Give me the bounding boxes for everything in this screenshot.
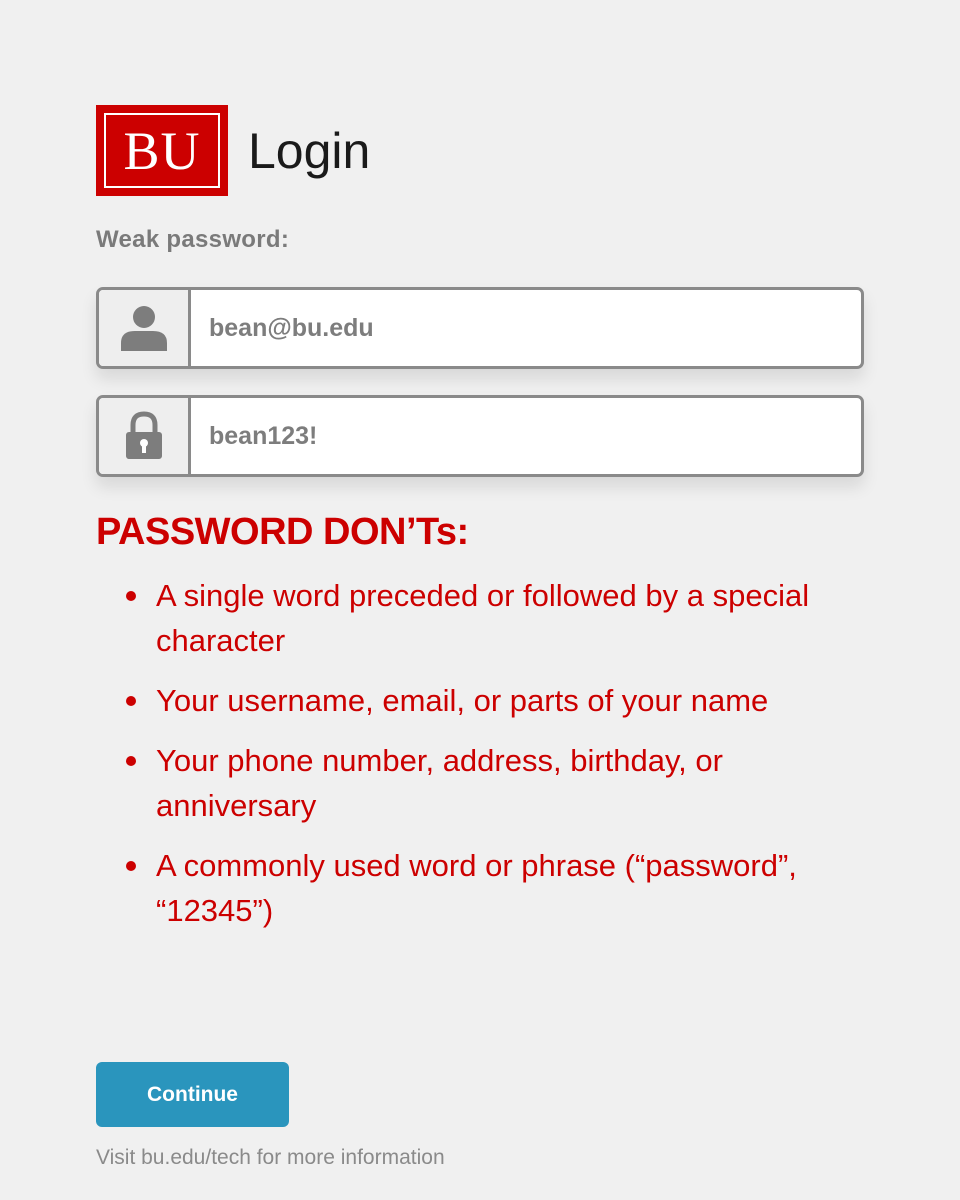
username-input[interactable]: bean@bu.edu	[191, 290, 861, 366]
list-item-text: Your phone number, address, birthday, or…	[156, 743, 723, 823]
list-item-text: A commonly used word or phrase (“passwor…	[156, 848, 797, 928]
user-icon	[99, 290, 191, 366]
password-input[interactable]: bean123!	[191, 398, 861, 474]
password-field[interactable]: bean123!	[96, 395, 864, 477]
bu-logo: BU	[96, 105, 228, 196]
bullet-icon	[126, 756, 136, 766]
bullet-icon	[126, 591, 136, 601]
weak-password-label: Weak password:	[96, 226, 290, 253]
password-donts-title: PASSWORD DON’Ts:	[96, 511, 469, 553]
list-item: A commonly used word or phrase (“passwor…	[126, 843, 856, 933]
list-item-text: Your username, email, or parts of your n…	[156, 683, 769, 718]
bu-logo-text: BU	[104, 113, 220, 188]
bullet-icon	[126, 696, 136, 706]
page-title: Login	[248, 122, 371, 179]
list-item-text: A single word preceded or followed by a …	[156, 578, 810, 658]
list-item: A single word preceded or followed by a …	[126, 573, 856, 663]
header: BU Login	[96, 105, 370, 196]
footer-info: Visit bu.edu/tech for more information	[96, 1146, 445, 1169]
lock-icon	[99, 398, 191, 474]
list-item: Your username, email, or parts of your n…	[126, 678, 856, 723]
bullet-icon	[126, 861, 136, 871]
continue-button[interactable]: Continue	[96, 1062, 289, 1127]
username-field[interactable]: bean@bu.edu	[96, 287, 864, 369]
list-item: Your phone number, address, birthday, or…	[126, 738, 856, 828]
password-donts-list: A single word preceded or followed by a …	[126, 573, 856, 948]
